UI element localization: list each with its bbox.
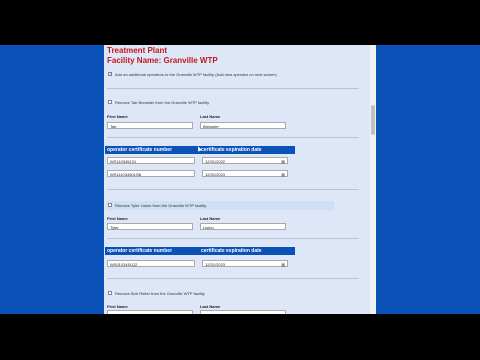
first-name-input[interactable]: Tab bbox=[107, 122, 193, 129]
facility-name: Facility Name: Granville WTP bbox=[107, 56, 218, 65]
cert-number-input[interactable]: WS0103451Q2 bbox=[107, 260, 195, 267]
first-name-input[interactable]: Tyler bbox=[107, 223, 193, 230]
remove-operator-3-label: Remove Bob Reiter from the Granville WTP… bbox=[115, 291, 205, 296]
scrollbar-thumb[interactable] bbox=[371, 105, 375, 135]
first-name-label: First Name bbox=[107, 304, 128, 309]
remove-operator-1-label: Remove Tab Brewster from the Granville W… bbox=[115, 100, 210, 105]
first-name-label: First Name bbox=[107, 114, 128, 119]
cert-number-header: operator certificate number bbox=[107, 147, 173, 153]
cert-expiration-value: 12/31/2022 bbox=[205, 159, 226, 164]
last-name-input[interactable] bbox=[200, 310, 286, 314]
add-operators-label: Add an additional operators to the Granv… bbox=[115, 72, 277, 77]
last-name-label: Last Name bbox=[200, 304, 221, 309]
remove-operator-1-checkbox[interactable] bbox=[108, 100, 112, 104]
first-name-input[interactable] bbox=[107, 310, 193, 314]
cert-expiration-input[interactable]: 12/31/2022 ▦ bbox=[202, 157, 288, 164]
cert-expiration-header: certificate expiration date bbox=[201, 248, 262, 254]
cert-number-header: operator certificate number bbox=[107, 248, 173, 254]
divider bbox=[107, 189, 359, 190]
cert-expiration-header: certificate expiration date bbox=[201, 147, 262, 153]
certificate-table-header: operator certificate number certificate … bbox=[105, 247, 295, 255]
cert-expiration-input[interactable]: 12/31/2023 ▦ bbox=[202, 260, 288, 267]
last-name-label: Last Name bbox=[200, 114, 221, 119]
remove-operator-2-label: Remove Tyler Liston from the Granville W… bbox=[115, 203, 207, 208]
screen: { "header": { "title": "Treatment Plant"… bbox=[0, 0, 480, 360]
calendar-icon[interactable]: ▦ bbox=[281, 158, 285, 165]
last-name-label: Last Name bbox=[200, 216, 221, 221]
remove-operator-3-checkbox[interactable] bbox=[108, 291, 112, 295]
remove-operator-2-checkbox[interactable] bbox=[108, 203, 112, 207]
cert-expiration-input[interactable]: 12/31/2023 ▦ bbox=[202, 170, 288, 177]
divider bbox=[107, 88, 359, 89]
first-name-label: First Name bbox=[107, 216, 128, 221]
cert-expiration-value: 12/31/2023 bbox=[205, 262, 226, 267]
page-title: Treatment Plant bbox=[107, 46, 168, 55]
cert-number-input[interactable]: WS110345131 bbox=[107, 157, 195, 164]
last-name-input[interactable]: Brewster bbox=[200, 122, 286, 129]
calendar-icon[interactable]: ▦ bbox=[281, 261, 285, 268]
divider bbox=[107, 278, 359, 279]
add-operators-checkbox[interactable] bbox=[108, 71, 112, 76]
video-frame: Treatment Plant Facility Name: Granville… bbox=[0, 45, 480, 314]
cert-expiration-value: 12/31/2023 bbox=[205, 172, 226, 177]
scrollbar[interactable] bbox=[370, 45, 376, 314]
last-name-input[interactable]: Liston bbox=[200, 223, 286, 230]
divider bbox=[107, 137, 359, 138]
cert-number-input[interactable]: WS111034501SB bbox=[107, 170, 195, 177]
operator-form: Treatment Plant Facility Name: Granville… bbox=[104, 45, 376, 314]
calendar-icon[interactable]: ▦ bbox=[281, 171, 285, 178]
divider bbox=[107, 238, 359, 239]
